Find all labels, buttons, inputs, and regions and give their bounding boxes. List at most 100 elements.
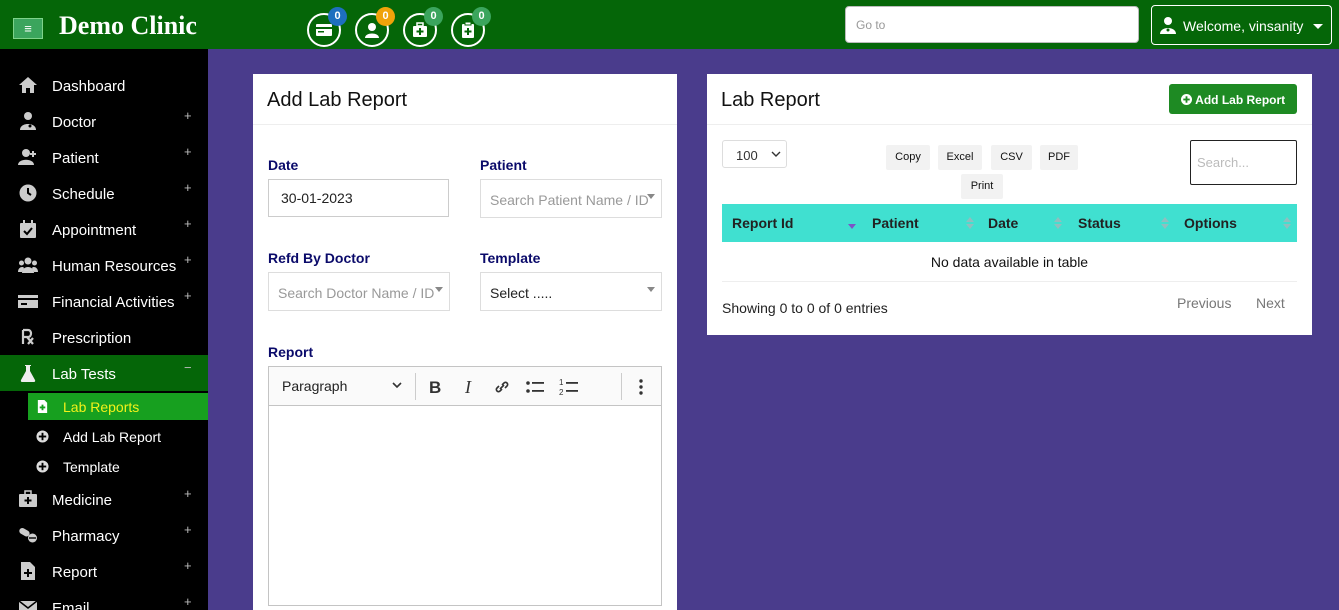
user-icon[interactable]: 0 xyxy=(355,7,395,47)
entries-length-select[interactable]: 100 xyxy=(722,140,787,168)
user-doctor-icon xyxy=(1160,17,1176,34)
plus-circle-icon xyxy=(36,430,49,443)
add-lab-report-button[interactable]: Add Lab Report xyxy=(1169,84,1297,114)
chevron-down-icon xyxy=(1313,24,1323,29)
column-header-patient[interactable]: Patient xyxy=(872,204,919,242)
home-icon xyxy=(19,77,37,93)
expand-plus-icon[interactable]: + xyxy=(184,522,192,537)
expand-plus-icon[interactable]: + xyxy=(184,594,192,609)
expand-plus-icon[interactable]: + xyxy=(184,180,192,195)
sidebar-item-label: Medicine xyxy=(52,492,113,509)
goto-search-input[interactable] xyxy=(845,6,1139,43)
sidebar-item-schedule[interactable]: Schedule + xyxy=(0,175,208,211)
add-lab-report-label: Add Lab Report xyxy=(1195,92,1286,107)
sort-icon[interactable] xyxy=(1161,216,1169,230)
dropdown-arrow-icon xyxy=(647,287,655,292)
user-menu-dropdown[interactable]: Welcome, vinsanity xyxy=(1151,5,1332,45)
bold-icon[interactable]: B xyxy=(424,376,446,398)
panel-title: Lab Report xyxy=(721,89,820,111)
sidebar-item-appointment[interactable]: Appointment + xyxy=(0,211,208,247)
svg-text:2: 2 xyxy=(559,388,564,397)
sort-desc-icon[interactable] xyxy=(848,216,856,230)
date-label: Date xyxy=(268,157,299,173)
sidebar-item-prescription[interactable]: Prescription xyxy=(0,319,208,355)
bulleted-list-icon[interactable] xyxy=(524,376,546,398)
sidebar-item-label: Pharmacy xyxy=(52,528,120,545)
sidebar-item-lab-tests[interactable]: Lab Tests − xyxy=(0,355,208,391)
doctor-placeholder: Search Doctor Name / ID xyxy=(278,285,435,301)
date-input[interactable] xyxy=(268,179,449,217)
copy-button[interactable]: Copy xyxy=(886,145,930,170)
expand-plus-icon[interactable]: + xyxy=(184,144,192,159)
sort-icon[interactable] xyxy=(1283,216,1291,230)
prescription-icon xyxy=(21,328,34,345)
sidebar-subitem-label: Add Lab Report xyxy=(63,429,162,445)
column-header-date[interactable]: Date xyxy=(988,204,1018,242)
sidebar-item-doctor[interactable]: Doctor + xyxy=(0,103,208,139)
dropdown-arrow-icon xyxy=(647,194,655,199)
svg-text:I: I xyxy=(464,377,472,397)
sidebar-item-label: Schedule xyxy=(52,186,115,203)
medical-kit-icon[interactable]: 0 xyxy=(403,7,443,47)
column-header-report-id[interactable]: Report Id xyxy=(732,204,793,242)
sidebar-item-financial-activities[interactable]: Financial Activities + xyxy=(0,283,208,319)
excel-button[interactable]: Excel xyxy=(938,145,982,170)
file-medical-icon xyxy=(21,562,35,580)
doctor-select[interactable]: Search Doctor Name / ID xyxy=(268,272,450,311)
numbered-list-icon[interactable]: 12 xyxy=(558,376,580,398)
sidebar-subitem-add-lab-report[interactable]: Add Lab Report xyxy=(28,423,208,450)
next-page-button[interactable]: Next xyxy=(1256,295,1285,311)
print-button[interactable]: Print xyxy=(961,174,1003,199)
sidebar-item-human-resources[interactable]: Human Resources + xyxy=(0,247,208,283)
divider xyxy=(707,124,1312,125)
italic-icon[interactable]: I xyxy=(458,376,480,398)
csv-button[interactable]: CSV xyxy=(991,145,1032,170)
template-label: Template xyxy=(480,250,541,266)
svg-text:B: B xyxy=(429,378,441,397)
previous-page-button[interactable]: Previous xyxy=(1177,295,1231,311)
brand-title[interactable]: Demo Clinic xyxy=(59,11,197,41)
table-search-input[interactable] xyxy=(1190,140,1297,185)
sidebar-item-medicine[interactable]: Medicine + xyxy=(0,481,208,517)
more-options-icon[interactable] xyxy=(630,376,652,398)
expand-plus-icon[interactable]: + xyxy=(184,216,192,231)
clock-icon xyxy=(19,184,37,202)
billing-icon[interactable]: 0 xyxy=(307,7,347,47)
patient-select[interactable]: Search Patient Name / ID xyxy=(480,179,662,218)
sidebar-item-pharmacy[interactable]: Pharmacy + xyxy=(0,517,208,553)
column-header-status[interactable]: Status xyxy=(1078,204,1121,242)
expand-plus-icon[interactable]: + xyxy=(184,252,192,267)
sidebar-item-label: Report xyxy=(52,564,98,581)
sort-icon[interactable] xyxy=(1054,216,1062,230)
sort-icon[interactable] xyxy=(966,216,974,230)
template-select[interactable]: Select ..... xyxy=(480,272,662,311)
editor-content-area[interactable] xyxy=(269,407,661,605)
expand-plus-icon[interactable]: + xyxy=(184,486,192,501)
flask-icon xyxy=(20,365,36,382)
column-header-options[interactable]: Options xyxy=(1184,204,1237,242)
clipboard-medical-icon[interactable]: 0 xyxy=(451,7,491,47)
table-header: Report Id Patient Date Status Options xyxy=(722,204,1297,242)
chevron-down-icon xyxy=(392,382,402,389)
collapse-minus-icon[interactable]: − xyxy=(184,360,192,375)
billing-count-badge: 0 xyxy=(328,7,347,26)
sidebar-subitem-lab-reports[interactable]: Lab Reports xyxy=(28,393,208,420)
user-count-badge: 0 xyxy=(376,7,395,26)
sidebar-subitem-template[interactable]: Template xyxy=(28,453,208,480)
file-plus-icon xyxy=(37,400,48,413)
add-lab-report-panel: Add Lab Report Date Patient Search Patie… xyxy=(253,74,677,610)
sidebar-item-patient[interactable]: Patient + xyxy=(0,139,208,175)
calendar-check-icon xyxy=(20,220,36,238)
sidebar-item-email[interactable]: Email + xyxy=(0,589,208,610)
sidebar-item-dashboard[interactable]: Dashboard xyxy=(0,67,208,103)
expand-plus-icon[interactable]: + xyxy=(184,288,192,303)
link-icon[interactable] xyxy=(491,376,513,398)
hamburger-menu-icon[interactable]: ≡ xyxy=(13,18,43,39)
paragraph-format-dropdown[interactable]: Paragraph xyxy=(282,378,347,394)
expand-plus-icon[interactable]: + xyxy=(184,558,192,573)
report-label: Report xyxy=(268,344,314,360)
expand-plus-icon[interactable]: + xyxy=(184,108,192,123)
pdf-button[interactable]: PDF xyxy=(1040,145,1078,170)
sidebar: Dashboard Doctor + Patient + Schedule + … xyxy=(0,49,208,610)
sidebar-item-report[interactable]: Report + xyxy=(0,553,208,589)
